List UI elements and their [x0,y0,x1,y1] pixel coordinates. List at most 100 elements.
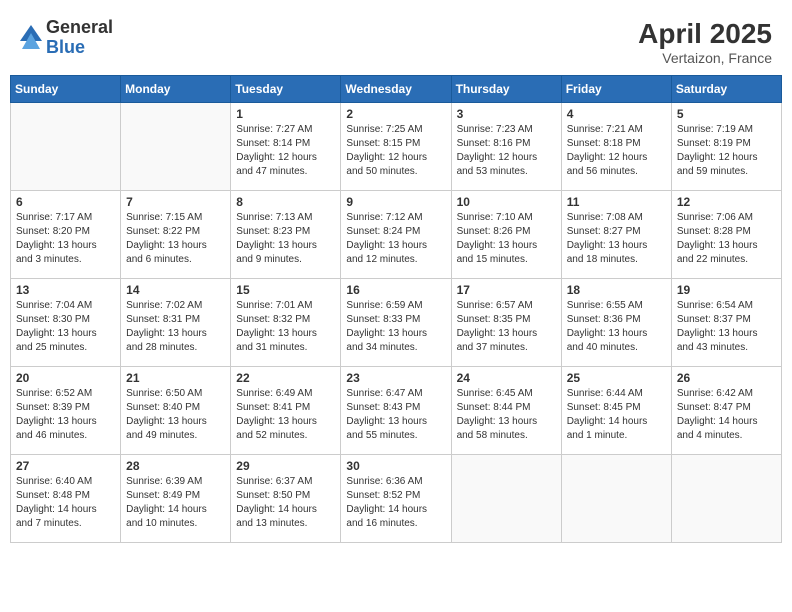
day-number: 8 [236,195,335,209]
calendar-cell: 12 Sunrise: 7:06 AMSunset: 8:28 PMDayligh… [671,191,781,279]
calendar-cell: 23 Sunrise: 6:47 AMSunset: 8:43 PMDayligh… [341,367,451,455]
day-number: 9 [346,195,445,209]
calendar-cell: 22Sunrise: 6:49 AMSunset: 8:41 PMDayligh… [231,367,341,455]
calendar-week-1: 1Sunrise: 7:27 AMSunset: 8:14 PMDaylight… [11,103,782,191]
calendar-cell: 20 Sunrise: 6:52 AMSunset: 8:39 PMDayligh… [11,367,121,455]
logo-icon [20,23,42,53]
day-detail: Sunrise: 7:01 AMSunset: 8:32 PMDaylight:… [236,299,335,355]
day-number: 5 [677,107,776,121]
day-detail: Sunrise: 6:36 AMSunset: 8:52 PMDaylight:… [346,475,445,531]
calendar-cell: 9 Sunrise: 7:12 AMSunset: 8:24 PMDaylight… [341,191,451,279]
weekday-header-monday: Monday [121,76,231,103]
calendar-cell [451,455,561,543]
day-detail: Sunrise: 6:39 AMSunset: 8:49 PMDaylight:… [126,475,225,531]
logo-text: General Blue [46,18,113,58]
weekday-header-saturday: Saturday [671,76,781,103]
day-number: 19 [677,283,776,297]
weekday-header-thursday: Thursday [451,76,561,103]
calendar-cell: 1Sunrise: 7:27 AMSunset: 8:14 PMDaylight… [231,103,341,191]
calendar-cell: 13 Sunrise: 7:04 AMSunset: 8:30 PMDayligh… [11,279,121,367]
day-number: 18 [567,283,666,297]
calendar-cell: 19 Sunrise: 6:54 AMSunset: 8:37 PMDayligh… [671,279,781,367]
day-detail: Sunrise: 6:52 AMSunset: 8:39 PMDaylight:… [16,387,115,443]
day-number: 1 [236,107,335,121]
title-block: April 2025 Vertaizon, France [638,18,772,66]
day-number: 16 [346,283,445,297]
calendar-cell: 21Sunrise: 6:50 AMSunset: 8:40 PMDayligh… [121,367,231,455]
day-number: 25 [567,371,666,385]
calendar-cell: 16 Sunrise: 6:59 AMSunset: 8:33 PMDayligh… [341,279,451,367]
calendar-cell [561,455,671,543]
day-number: 24 [457,371,556,385]
day-detail: Sunrise: 6:42 AMSunset: 8:47 PMDaylight:… [677,387,776,443]
calendar-cell: 10Sunrise: 7:10 AMSunset: 8:26 PMDayligh… [451,191,561,279]
day-detail: Sunrise: 6:47 AMSunset: 8:43 PMDaylight:… [346,387,445,443]
day-number: 26 [677,371,776,385]
day-detail: Sunrise: 7:02 AMSunset: 8:31 PMDaylight:… [126,299,225,355]
day-detail: Sunrise: 7:04 AMSunset: 8:30 PMDaylight:… [16,299,115,355]
day-number: 30 [346,459,445,473]
day-detail: Sunrise: 6:54 AMSunset: 8:37 PMDaylight:… [677,299,776,355]
location-subtitle: Vertaizon, France [638,50,772,66]
day-number: 7 [126,195,225,209]
day-number: 14 [126,283,225,297]
calendar-cell: 26 Sunrise: 6:42 AMSunset: 8:47 PMDayligh… [671,367,781,455]
day-number: 11 [567,195,666,209]
day-number: 29 [236,459,335,473]
logo-blue-text: Blue [46,38,113,58]
day-number: 23 [346,371,445,385]
month-year-title: April 2025 [638,18,772,50]
calendar-header-row: SundayMondayTuesdayWednesdayThursdayFrid… [11,76,782,103]
calendar-week-2: 6Sunrise: 7:17 AMSunset: 8:20 PMDaylight… [11,191,782,279]
calendar-cell [671,455,781,543]
day-number: 20 [16,371,115,385]
calendar-cell: 3Sunrise: 7:23 AMSunset: 8:16 PMDaylight… [451,103,561,191]
day-number: 21 [126,371,225,385]
calendar-cell: 14 Sunrise: 7:02 AMSunset: 8:31 PMDayligh… [121,279,231,367]
day-detail: Sunrise: 6:57 AMSunset: 8:35 PMDaylight:… [457,299,556,355]
day-detail: Sunrise: 6:45 AMSunset: 8:44 PMDaylight:… [457,387,556,443]
calendar-week-4: 20 Sunrise: 6:52 AMSunset: 8:39 PMDayligh… [11,367,782,455]
day-detail: Sunrise: 7:08 AMSunset: 8:27 PMDaylight:… [567,211,666,267]
day-detail: Sunrise: 7:23 AMSunset: 8:16 PMDaylight:… [457,123,556,179]
weekday-header-tuesday: Tuesday [231,76,341,103]
calendar-cell: 28 Sunrise: 6:39 AMSunset: 8:49 PMDayligh… [121,455,231,543]
calendar-cell [121,103,231,191]
calendar-cell: 4 Sunrise: 7:21 AMSunset: 8:18 PMDaylight… [561,103,671,191]
day-number: 28 [126,459,225,473]
day-number: 10 [457,195,556,209]
day-number: 6 [16,195,115,209]
calendar-cell: 15Sunrise: 7:01 AMSunset: 8:32 PMDayligh… [231,279,341,367]
page-header: General Blue April 2025 Vertaizon, Franc… [10,10,782,71]
calendar-cell: 27 Sunrise: 6:40 AMSunset: 8:48 PMDayligh… [11,455,121,543]
day-detail: Sunrise: 6:40 AMSunset: 8:48 PMDaylight:… [16,475,115,531]
day-detail: Sunrise: 7:21 AMSunset: 8:18 PMDaylight:… [567,123,666,179]
day-number: 17 [457,283,556,297]
calendar-cell: 17 Sunrise: 6:57 AMSunset: 8:35 PMDayligh… [451,279,561,367]
calendar-cell: 8Sunrise: 7:13 AMSunset: 8:23 PMDaylight… [231,191,341,279]
calendar-cell: 18Sunrise: 6:55 AMSunset: 8:36 PMDayligh… [561,279,671,367]
calendar-cell: 30 Sunrise: 6:36 AMSunset: 8:52 PMDayligh… [341,455,451,543]
day-number: 27 [16,459,115,473]
day-detail: Sunrise: 7:12 AMSunset: 8:24 PMDaylight:… [346,211,445,267]
logo: General Blue [20,18,113,58]
calendar-cell: 24 Sunrise: 6:45 AMSunset: 8:44 PMDayligh… [451,367,561,455]
day-detail: Sunrise: 7:06 AMSunset: 8:28 PMDaylight:… [677,211,776,267]
calendar-cell [11,103,121,191]
calendar-week-5: 27 Sunrise: 6:40 AMSunset: 8:48 PMDayligh… [11,455,782,543]
day-number: 4 [567,107,666,121]
day-number: 12 [677,195,776,209]
logo-general-text: General [46,18,113,38]
day-detail: Sunrise: 7:19 AMSunset: 8:19 PMDaylight:… [677,123,776,179]
day-detail: Sunrise: 6:44 AMSunset: 8:45 PMDaylight:… [567,387,666,443]
calendar-cell: 6Sunrise: 7:17 AMSunset: 8:20 PMDaylight… [11,191,121,279]
weekday-header-friday: Friday [561,76,671,103]
calendar-week-3: 13 Sunrise: 7:04 AMSunset: 8:30 PMDayligh… [11,279,782,367]
day-detail: Sunrise: 6:59 AMSunset: 8:33 PMDaylight:… [346,299,445,355]
day-number: 22 [236,371,335,385]
calendar-cell: 25 Sunrise: 6:44 AMSunset: 8:45 PMDayligh… [561,367,671,455]
calendar-cell: 29Sunrise: 6:37 AMSunset: 8:50 PMDayligh… [231,455,341,543]
day-number: 13 [16,283,115,297]
day-detail: Sunrise: 7:15 AMSunset: 8:22 PMDaylight:… [126,211,225,267]
calendar-cell: 5 Sunrise: 7:19 AMSunset: 8:19 PMDaylight… [671,103,781,191]
